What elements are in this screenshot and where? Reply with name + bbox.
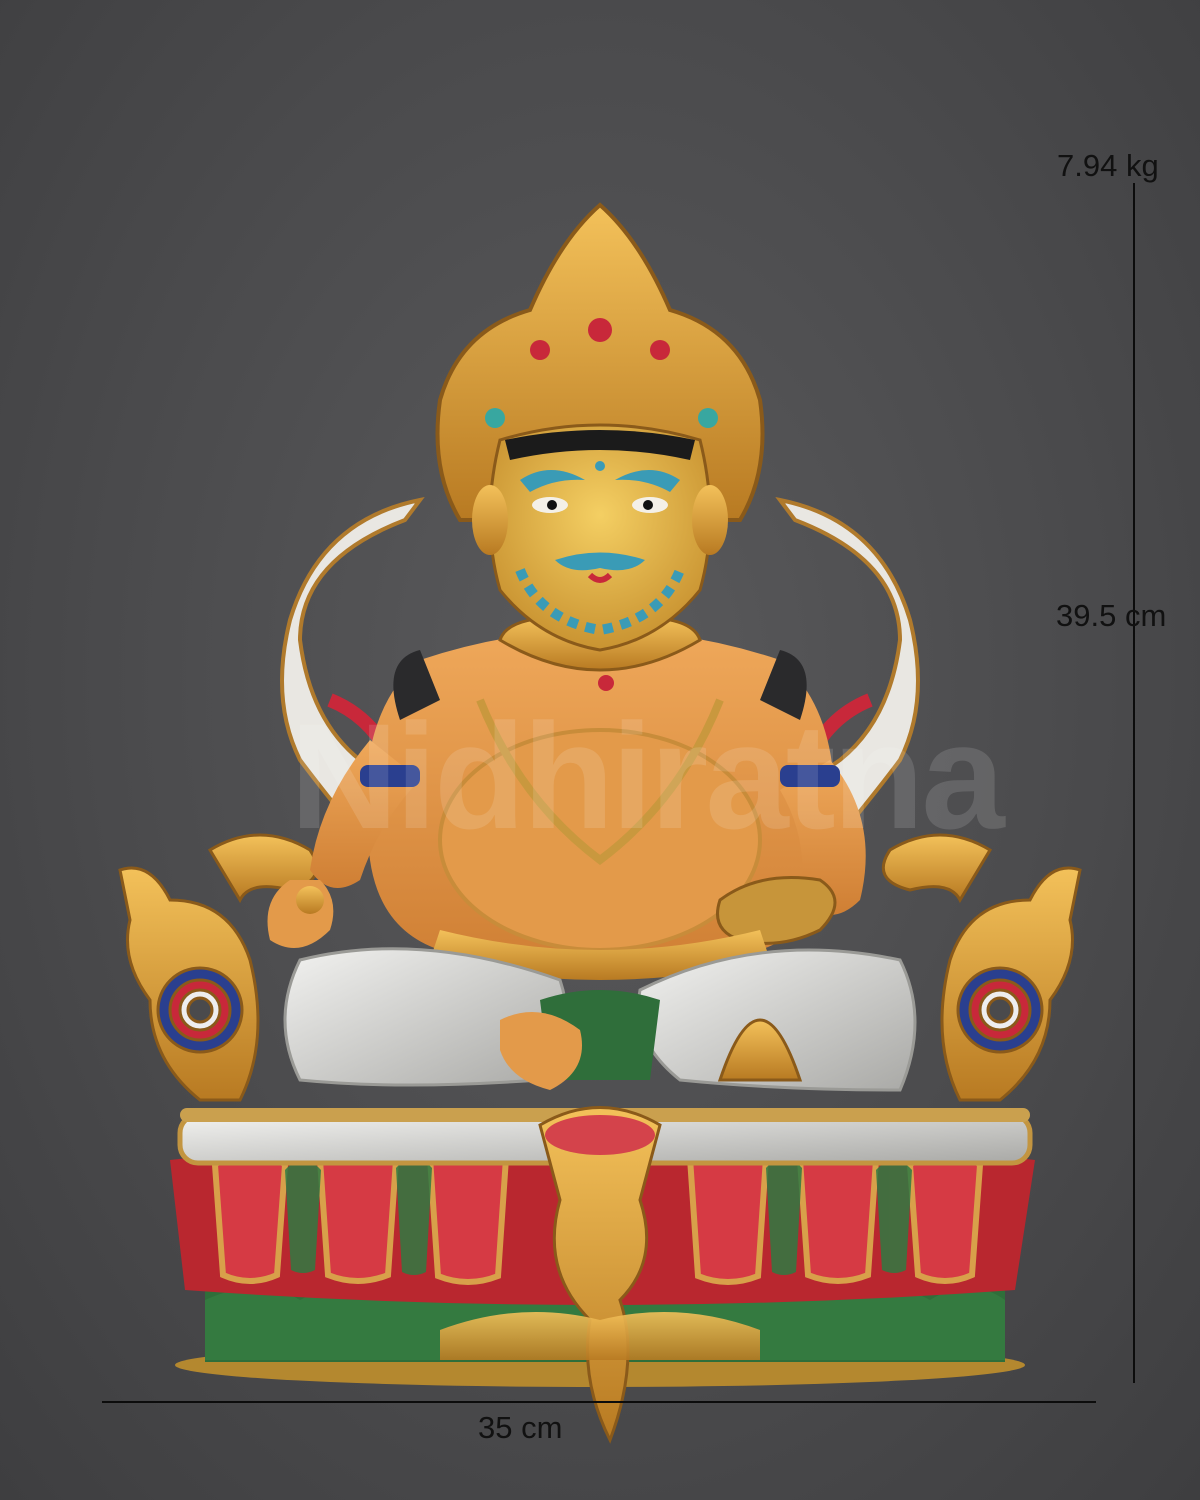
- watermark-text: Nidhiratna: [290, 692, 1005, 860]
- right-makara: [881, 833, 1082, 1102]
- height-label: 39.5 cm: [1056, 598, 1167, 633]
- deity-head: [435, 202, 765, 652]
- product-photo: Nidhiratna 7.94 kg 39.5 cm 35 cm: [0, 0, 1200, 1500]
- width-dimension-line: [102, 1401, 1096, 1403]
- lotus-base: [170, 1106, 1035, 1444]
- weight-label: 7.94 kg: [1057, 148, 1159, 183]
- height-dimension-line: [1133, 183, 1135, 1383]
- left-makara: [118, 833, 319, 1102]
- width-label: 35 cm: [478, 1410, 563, 1445]
